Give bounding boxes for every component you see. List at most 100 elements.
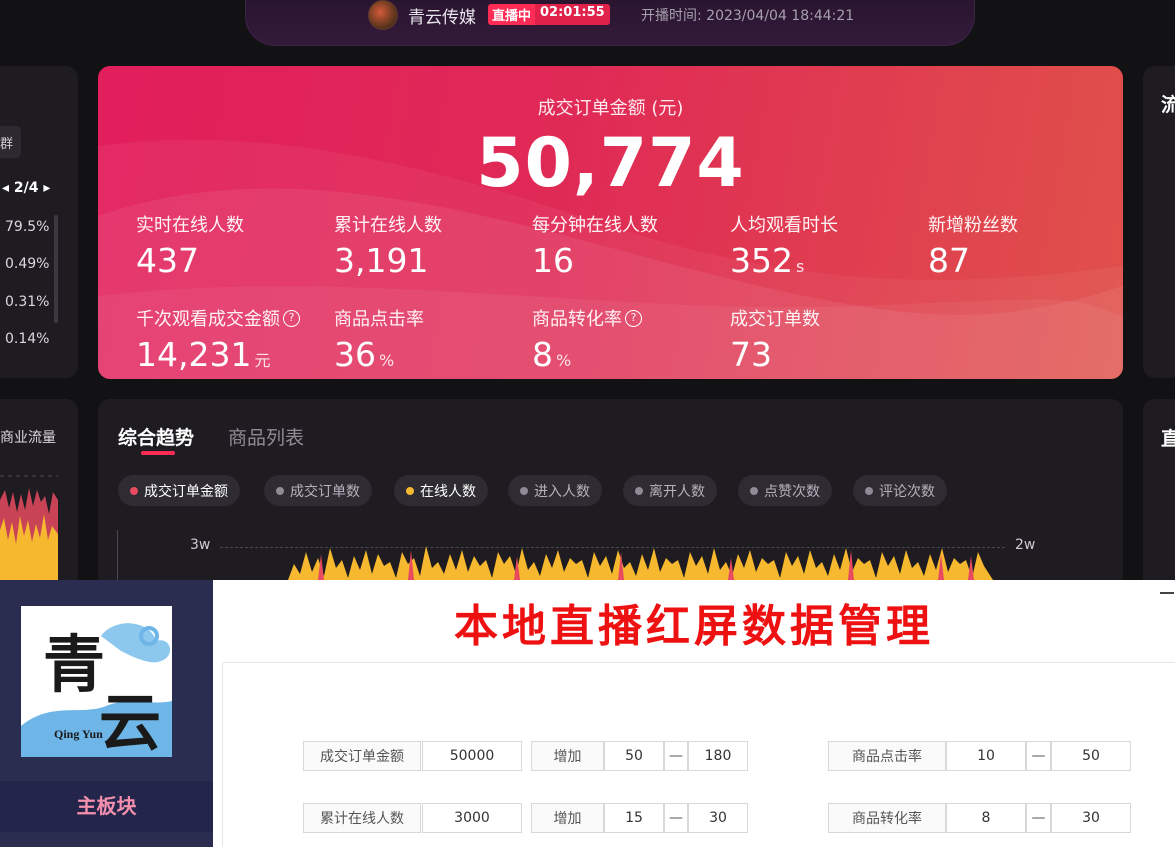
tab-overall-trend[interactable]: 综合趋势 <box>118 423 194 450</box>
metric-value: 437 <box>136 241 199 280</box>
audience-scrollbar[interactable] <box>54 215 58 323</box>
chip-order-count[interactable]: 成交订单数 <box>264 475 372 506</box>
chip-online-users[interactable]: 在线人数 <box>394 475 488 506</box>
range-separator: — <box>664 741 688 771</box>
audience-pager[interactable]: ◂ 2/4 ▸ <box>2 180 50 196</box>
range-separator: — <box>1026 741 1051 771</box>
field-label-increase: 增加 <box>531 741 604 771</box>
metric-realtime-online: 实时在线人数 437 <box>136 211 244 280</box>
chip-enter-count[interactable]: 进入人数 <box>508 475 602 506</box>
series-dot <box>865 486 873 495</box>
chip-label: 在线人数 <box>420 483 476 500</box>
field-label-order-amount: 成交订单金额 <box>303 741 421 771</box>
chip-order-amount[interactable]: 成交订单金额 <box>118 475 240 506</box>
metric-value: 14,231 <box>136 335 252 374</box>
metric-value: 8 <box>532 335 553 374</box>
percent-value: 79.5% <box>5 219 50 235</box>
cumulative-online-input[interactable]: 3000 <box>422 803 522 833</box>
field-label-conversion-rate: 商品转化率 <box>828 803 946 833</box>
field-label-increase: 增加 <box>531 803 604 833</box>
minimize-icon[interactable] <box>1160 592 1174 594</box>
online-users-area <box>288 546 993 580</box>
cumulative-online-inc-max[interactable]: 30 <box>688 803 748 833</box>
metric-value: 36 <box>334 335 376 374</box>
cumulative-online-inc-min[interactable]: 15 <box>604 803 664 833</box>
metric-label: 商品点击率 <box>334 309 424 330</box>
live-status-badge: 直播中 02:01:55 <box>488 4 610 25</box>
percent-value: 0.14% <box>5 331 50 347</box>
flow-card-title: 流 <box>1161 94 1175 116</box>
help-icon[interactable]: ? <box>283 309 300 327</box>
conversion-rate-min[interactable]: 8 <box>946 803 1026 833</box>
series-dot <box>635 486 643 495</box>
click-rate-max[interactable]: 50 <box>1051 741 1131 771</box>
metric-label: 新增粉丝数 <box>928 215 1018 236</box>
chip-label: 成交订单数 <box>290 483 360 500</box>
traffic-mini-chart <box>0 475 58 580</box>
chip-label: 评论次数 <box>879 483 935 500</box>
order-amount-inc-min[interactable]: 50 <box>604 741 664 771</box>
percent-value: 0.49% <box>5 256 50 272</box>
order-amount-input[interactable]: 50000 <box>422 741 522 771</box>
metric-label: 成交订单数 <box>730 309 820 330</box>
range-separator: — <box>664 803 688 833</box>
tab-product-list[interactable]: 商品列表 <box>228 423 304 450</box>
kpi-main-value: 50,774 <box>476 124 745 203</box>
chip-label: 点赞次数 <box>764 483 820 500</box>
click-rate-min[interactable]: 10 <box>946 741 1026 771</box>
trend-card: 综合趋势 商品列表 成交订单金额 成交订单数 在线人数 进入人数 离开人数 点赞… <box>98 399 1123 600</box>
metric-unit: 元 <box>254 351 271 370</box>
metric-unit: % <box>379 351 395 370</box>
metric-conversion-rate: 商品转化率? 8% <box>532 305 642 374</box>
chip-label: 成交订单金额 <box>144 483 228 500</box>
metric-value: 3,191 <box>334 241 429 280</box>
series-dot <box>130 486 138 495</box>
y-axis-right-label: 2w <box>1015 537 1036 553</box>
chip-comment-count[interactable]: 评论次数 <box>853 475 947 506</box>
logo-english: Qing Yun <box>54 727 103 741</box>
metric-avg-watch-time: 人均观看时长 352 s <box>730 211 838 280</box>
menu-item-main[interactable]: 主板块 <box>0 781 213 832</box>
chip-label: 进入人数 <box>534 483 590 500</box>
series-dot <box>750 486 758 495</box>
menu-item-next[interactable] <box>0 832 213 847</box>
kpi-title: 成交订单金额 (元) <box>537 98 684 119</box>
app-title: 本地直播红屏数据管理 <box>454 601 934 652</box>
metric-new-followers: 新增粉丝数 87 <box>928 211 1018 280</box>
series-dot <box>520 486 528 495</box>
chip-like-count[interactable]: 点赞次数 <box>738 475 832 506</box>
field-label-cumulative-online: 累计在线人数 <box>303 803 421 833</box>
metric-value: 352 <box>730 241 793 280</box>
metric-order-count: 成交订单数 73 <box>730 305 820 374</box>
metric-unit: % <box>556 351 572 370</box>
metric-gpm: 千次观看成交金额? 14,231 元 <box>136 305 300 374</box>
conversion-rate-max[interactable]: 30 <box>1051 803 1131 833</box>
traffic-section-label: 商业流量 <box>0 430 56 446</box>
order-amount-inc-max[interactable]: 180 <box>688 741 748 771</box>
chip-leave-count[interactable]: 离开人数 <box>623 475 717 506</box>
metric-unit: s <box>796 257 805 276</box>
metric-value: 16 <box>532 241 574 280</box>
app-sidebar: 青 云 Qing Yun 主板块 <box>0 580 213 847</box>
series-dot <box>276 486 284 495</box>
live-card-title: 直 <box>1161 428 1175 450</box>
help-icon[interactable]: ? <box>625 309 642 327</box>
tab-active-indicator <box>141 451 175 455</box>
metric-cumulative-online: 累计在线人数 3,191 <box>334 211 442 280</box>
channel-avatar[interactable] <box>368 0 398 30</box>
metric-label: 实时在线人数 <box>136 215 244 236</box>
range-separator: — <box>1026 803 1051 833</box>
start-time: 开播时间: 2023/04/04 18:44:21 <box>641 8 855 24</box>
y-axis-left-label: 3w <box>190 537 211 553</box>
metric-label: 每分钟在线人数 <box>532 215 658 236</box>
metric-per-minute-online: 每分钟在线人数 16 <box>532 211 658 280</box>
metric-click-rate: 商品点击率 36% <box>334 305 424 374</box>
brand-logo: 青 云 Qing Yun <box>21 606 172 757</box>
series-dot <box>406 486 414 495</box>
audience-filter-chip[interactable]: 群 <box>0 126 21 158</box>
audience-filter-label: 群 <box>0 137 14 152</box>
live-header: 青云传媒 直播中 02:01:55 开播时间: 2023/04/04 18:44… <box>245 0 975 46</box>
management-window: 青 云 Qing Yun 主板块 本地直播红屏数据管理 成交订单金额 50000… <box>0 580 1175 847</box>
logo-char: 云 <box>99 686 162 757</box>
live-duration: 02:01:55 <box>535 4 610 25</box>
